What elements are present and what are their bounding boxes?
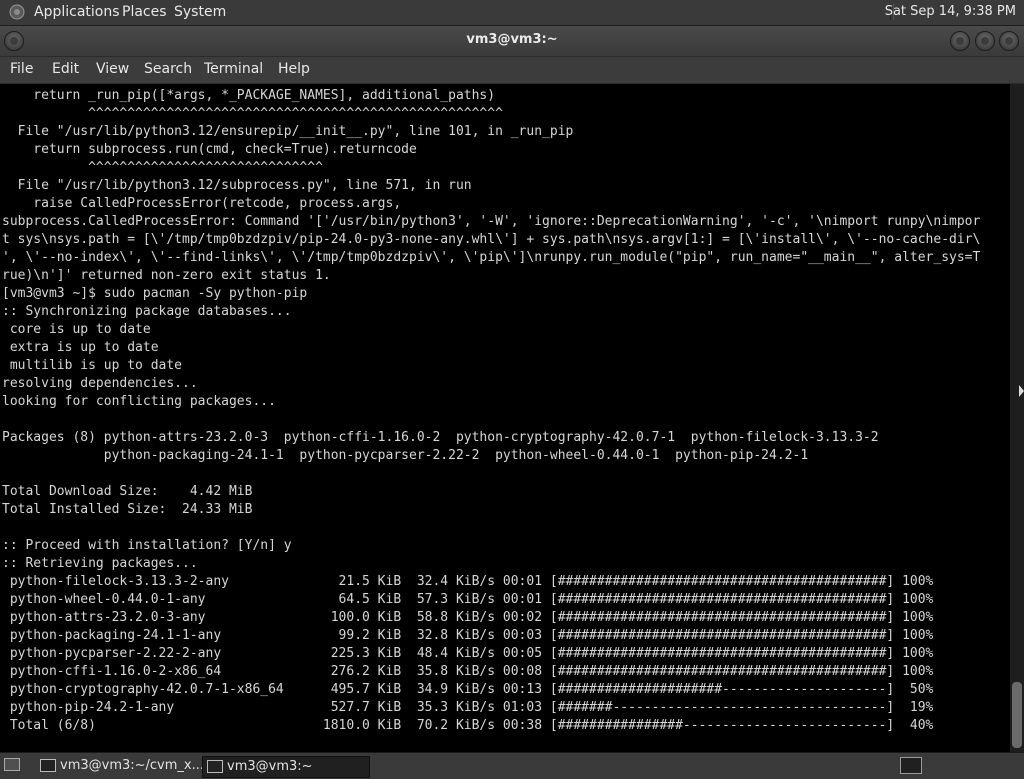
terminal-line: subprocess.CalledProcessError: Command '…: [2, 214, 981, 229]
terminal-line: ', \'--no-index\', \'--find-links\', \'/…: [2, 250, 981, 265]
terminal-line: Packages (8) python-attrs-23.2.0-3 pytho…: [2, 430, 879, 445]
show-desktop-icon[interactable]: [4, 758, 20, 771]
system-menu[interactable]: System: [174, 4, 226, 20]
clock[interactable]: Sat Sep 14, 9:38 PM: [885, 4, 1016, 19]
task-button-2[interactable]: vm3@vm3:~: [202, 756, 370, 778]
terminal-line: python-wheel-0.44.0-1-any 64.5 KiB 57.3 …: [2, 592, 934, 607]
terminal-line: extra is up to date: [2, 340, 159, 355]
terminal-icon: [207, 760, 223, 773]
scrollbar[interactable]: [1010, 84, 1024, 752]
terminal-line: resolving dependencies...: [2, 376, 198, 391]
terminal-output[interactable]: return _run_pip([*args, *_PACKAGE_NAMES]…: [2, 87, 980, 735]
close-icon[interactable]: [999, 31, 1019, 51]
minimize-icon[interactable]: [950, 31, 970, 51]
terminal-line: ^^^^^^^^^^^^^^^^^^^^^^^^^^^^^^: [2, 160, 323, 175]
terminal-area[interactable]: return _run_pip([*args, *_PACKAGE_NAMES]…: [0, 84, 1010, 752]
task-label-2: vm3@vm3:~: [227, 759, 313, 774]
terminal-line: :: Synchronizing package databases...: [2, 304, 292, 319]
task-label-1: vm3@vm3:~/cvm_x...: [60, 758, 205, 773]
terminal-line: python-cryptography-42.0.7-1-x86_64 495.…: [2, 682, 934, 697]
terminal-line: python-filelock-3.13.3-2-any 21.5 KiB 32…: [2, 574, 934, 589]
terminal-line: python-attrs-23.2.0-3-any 100.0 KiB 58.8…: [2, 610, 934, 625]
menu-file[interactable]: File: [10, 61, 33, 77]
menu-terminal[interactable]: Terminal: [204, 61, 263, 77]
terminal-line: ^^^^^^^^^^^^^^^^^^^^^^^^^^^^^^^^^^^^^^^^…: [2, 106, 503, 121]
terminal-line: t sys\nsys.path = [\'/tmp/tmp0bzdzpiv/pi…: [2, 232, 981, 247]
terminal-line: :: Proceed with installation? [Y/n] y: [2, 538, 292, 553]
menu-help[interactable]: Help: [278, 61, 310, 77]
terminal-line: return _run_pip([*args, *_PACKAGE_NAMES]…: [2, 88, 496, 103]
terminal-line: python-cffi-1.16.0-2-x86_64 276.2 KiB 35…: [2, 664, 934, 679]
workspace-icon[interactable]: [900, 757, 922, 774]
terminal-line: python-pip-24.2-1-any 527.7 KiB 35.3 KiB…: [2, 700, 934, 715]
terminal-line: Total Download Size: 4.42 MiB: [2, 484, 253, 499]
applications-icon[interactable]: [9, 4, 25, 20]
window-titlebar[interactable]: vm3@vm3:~: [0, 26, 1024, 56]
bottom-panel: vm3@vm3:~/cvm_x... vm3@vm3:~: [0, 752, 1024, 779]
terminal-line: raise CalledProcessError(retcode, proces…: [2, 196, 402, 211]
applications-menu[interactable]: Applications: [34, 4, 120, 20]
terminal-line: File "/usr/lib/python3.12/subprocess.py"…: [2, 178, 472, 193]
pointer-caret-icon: [1019, 385, 1024, 397]
terminal-line: multilib is up to date: [2, 358, 183, 373]
terminal-line: looking for conflicting packages...: [2, 394, 276, 409]
terminal-line: python-packaging-24.1-1-any 99.2 KiB 32.…: [2, 628, 934, 643]
menu-search[interactable]: Search: [144, 61, 192, 77]
terminal-line: [vm3@vm3 ~]$ sudo pacman -Sy python-pip: [2, 286, 308, 301]
terminal-line: File "/usr/lib/python3.12/ensurepip/__in…: [2, 124, 574, 139]
top-panel: Applications Places System Sat Sep 14, 9…: [0, 0, 1024, 26]
terminal-line: :: Retrieving packages...: [2, 556, 198, 571]
places-menu[interactable]: Places: [122, 4, 167, 20]
terminal-line: rue)\n']' returned non-zero exit status …: [2, 268, 331, 283]
menu-edit[interactable]: Edit: [52, 61, 79, 77]
terminal-line: core is up to date: [2, 322, 151, 337]
task-button-1[interactable]: vm3@vm3:~/cvm_x...: [36, 756, 204, 776]
menu-view[interactable]: View: [96, 61, 129, 77]
terminal-icon: [40, 759, 56, 772]
terminal-line: Total Installed Size: 24.33 MiB: [2, 502, 253, 517]
terminal-line: return subprocess.run(cmd, check=True).r…: [2, 142, 417, 157]
maximize-icon[interactable]: [975, 31, 995, 51]
menubar: File Edit View Search Terminal Help: [0, 57, 1024, 83]
scrollbar-thumb[interactable]: [1012, 682, 1022, 748]
window-title: vm3@vm3:~: [466, 32, 558, 47]
terminal-line: python-packaging-24.1-1 python-pycparser…: [2, 448, 809, 463]
terminal-line: Total (6/8) 1810.0 KiB 70.2 KiB/s 00:38 …: [2, 718, 934, 733]
terminal-line: python-pycparser-2.22-2-any 225.3 KiB 48…: [2, 646, 934, 661]
